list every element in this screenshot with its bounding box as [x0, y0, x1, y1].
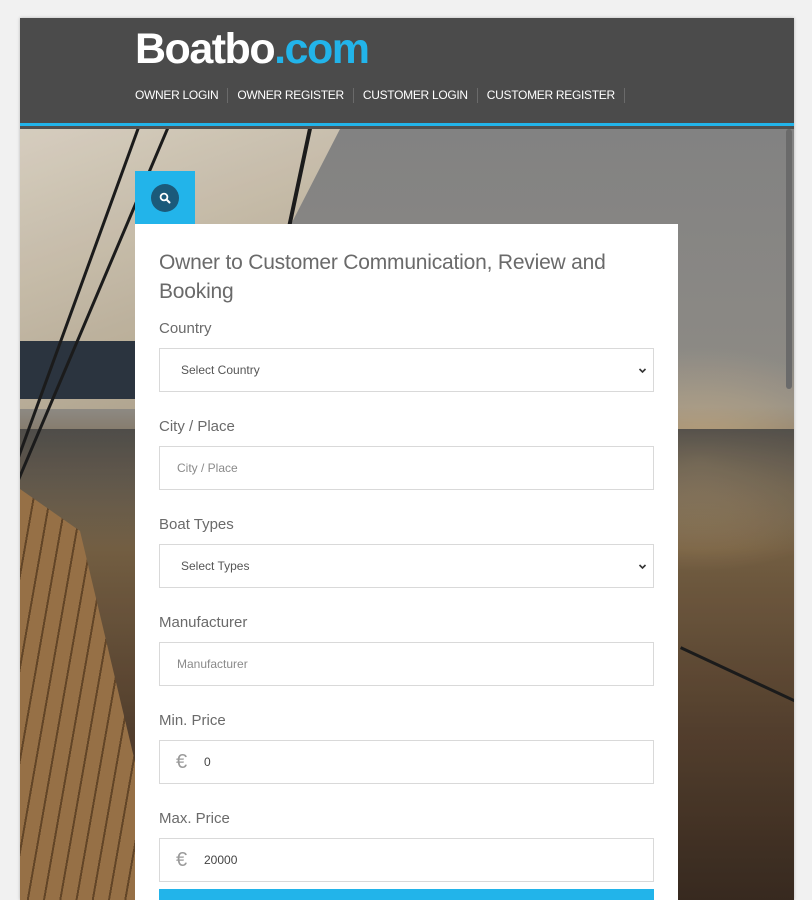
chevron-down-icon — [638, 368, 647, 374]
logo-text-domain: .com — [274, 25, 370, 73]
city-input[interactable]: City / Place — [159, 446, 654, 490]
min-price-label: Min. Price — [159, 712, 226, 729]
search-button[interactable] — [159, 889, 654, 900]
site-logo[interactable]: Boatbo.com — [135, 24, 370, 74]
logo-text-main: Boatbo — [135, 25, 276, 73]
country-select[interactable]: Select Country — [159, 348, 654, 392]
site-header: Boatbo.com OWNER LOGIN OWNER REGISTER CU… — [20, 18, 794, 126]
manufacturer-label: Manufacturer — [159, 614, 248, 631]
nav-customer-login[interactable]: CUSTOMER LOGIN — [363, 88, 478, 103]
boat-types-select-value: Select Types — [181, 559, 250, 573]
search-tab[interactable] — [135, 171, 195, 224]
browser-viewport: Boatbo.com OWNER LOGIN OWNER REGISTER CU… — [20, 18, 794, 900]
nav-owner-register[interactable]: OWNER REGISTER — [237, 88, 354, 103]
manufacturer-input-placeholder: Manufacturer — [177, 657, 248, 671]
min-price-value: 0 — [204, 755, 211, 769]
max-price-label: Max. Price — [159, 810, 230, 827]
boat-types-select[interactable]: Select Types — [159, 544, 654, 588]
country-select-value: Select Country — [181, 363, 260, 377]
min-price-input[interactable]: € 0 — [159, 740, 654, 784]
search-panel: Owner to Customer Communication, Review … — [135, 224, 678, 900]
max-price-value: 20000 — [204, 853, 238, 867]
top-nav: OWNER LOGIN OWNER REGISTER CUSTOMER LOGI… — [135, 88, 634, 103]
city-input-placeholder: City / Place — [177, 461, 238, 475]
boat-types-label: Boat Types — [159, 516, 234, 533]
search-icon — [151, 183, 179, 212]
page-scrollbar[interactable] — [786, 129, 792, 389]
nav-customer-register[interactable]: CUSTOMER REGISTER — [487, 88, 625, 103]
max-price-input[interactable]: € 20000 — [159, 838, 654, 882]
search-title: Owner to Customer Communication, Review … — [159, 251, 606, 303]
chevron-down-icon — [638, 564, 647, 570]
country-label: Country — [159, 320, 212, 337]
manufacturer-input[interactable]: Manufacturer — [159, 642, 654, 686]
euro-icon: € — [176, 848, 188, 871]
city-label: City / Place — [159, 418, 235, 435]
nav-owner-login[interactable]: OWNER LOGIN — [135, 88, 229, 103]
euro-icon: € — [176, 750, 188, 773]
